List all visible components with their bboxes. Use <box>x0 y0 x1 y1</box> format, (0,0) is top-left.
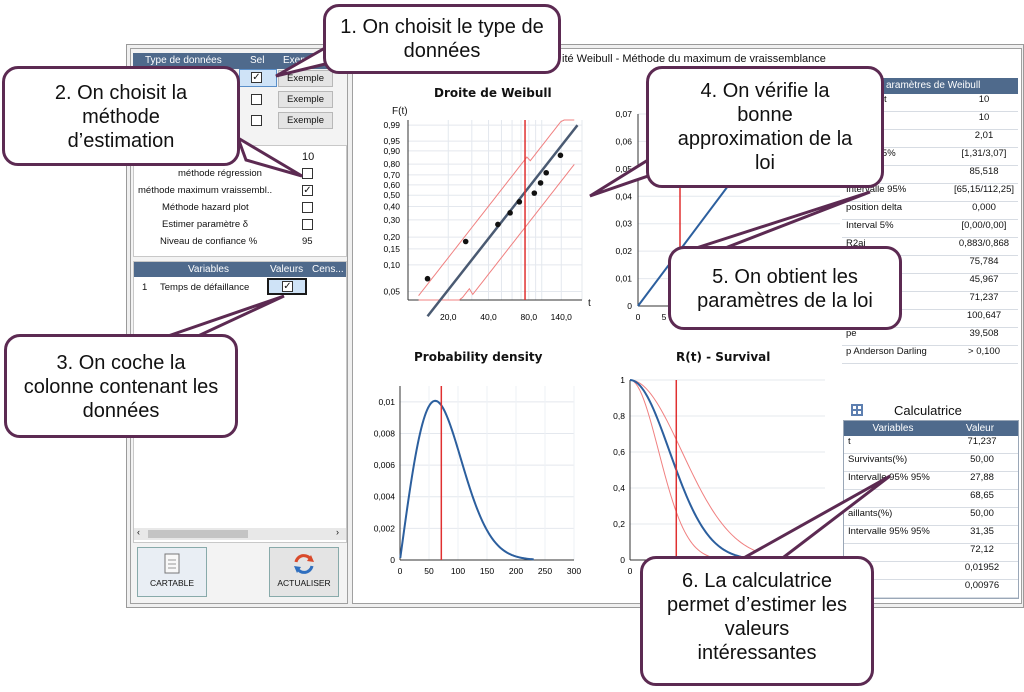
tail-2 <box>235 134 303 178</box>
callout-6: 6. La calculatrice permet d’estimer les … <box>640 556 874 686</box>
tail-4 <box>589 157 650 198</box>
tail-3 <box>167 294 285 338</box>
tail-6 <box>734 474 891 562</box>
callout-3: 3. On coche la colonne contenant les don… <box>4 334 238 438</box>
tail-5 <box>689 190 871 252</box>
callout-1: 1. On choisit le type de données <box>323 4 561 74</box>
callout-2: 2. On choisit la méthode d’estimation <box>2 66 240 166</box>
callout-4: 4. On vérifie la bonne approximation de … <box>646 66 884 188</box>
callout-5: 5. On obtient les paramètres de la loi <box>668 246 902 330</box>
